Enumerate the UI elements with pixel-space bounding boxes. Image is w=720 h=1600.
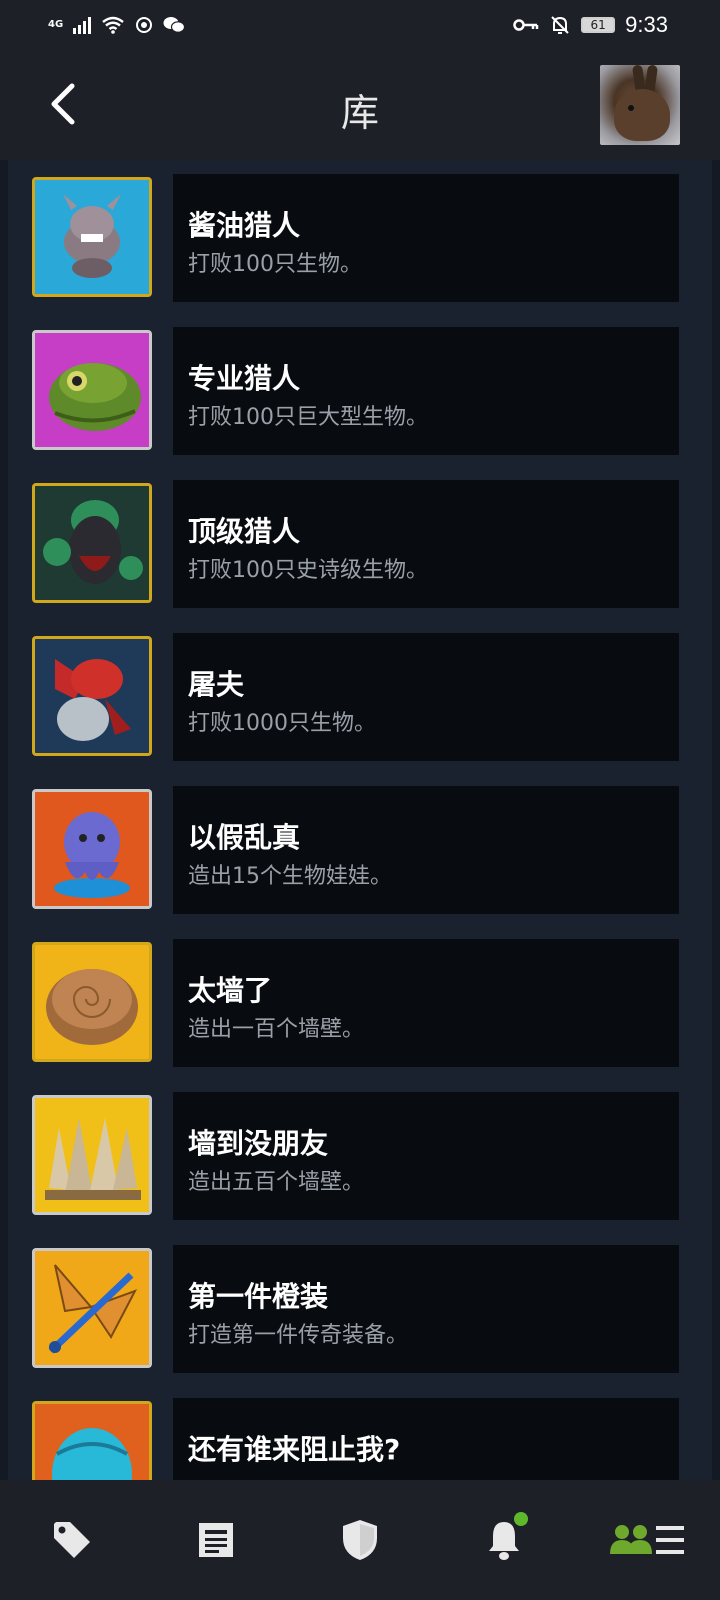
achievement-title: 专业猎人 [188, 362, 301, 395]
achievement-title: 太墙了 [188, 974, 273, 1007]
achievement-card: 还有谁来阻止我? [173, 1398, 679, 1480]
friends-menu-icon [610, 1525, 684, 1554]
list-item[interactable]: 墙到没朋友 造出五百个墙壁。 [8, 1092, 712, 1220]
wechat-icon [163, 17, 186, 33]
nav-store-button[interactable] [0, 1480, 144, 1600]
user-avatar[interactable] [600, 65, 680, 145]
stone-walls-icon [32, 1095, 152, 1215]
list-item[interactable]: 专业猎人 打败100只巨大型生物。 [8, 327, 712, 455]
achievement-title: 墙到没朋友 [188, 1127, 329, 1160]
list-item[interactable]: 太墙了 造出一百个墙壁。 [8, 939, 712, 1067]
hippo-creature-icon [32, 177, 152, 297]
hooded-creature-icon [32, 483, 152, 603]
achievement-list[interactable]: 酱油猎人 打败100只生物。 专业猎人 打败100只巨大型生物。 顶级猎人 打败… [8, 160, 712, 1480]
achievement-description: 打败100只巨大型生物。 [188, 405, 428, 430]
status-right: 61 9:33 [513, 12, 668, 38]
list-item[interactable]: 以假乱真 造出15个生物娃娃。 [8, 786, 712, 914]
achievement-title: 第一件橙装 [188, 1280, 329, 1313]
signal-strength-icon [73, 16, 92, 34]
blue-helmet-icon [32, 1401, 152, 1480]
app-header: 库 [0, 50, 720, 160]
clock: 9:33 [625, 12, 668, 37]
octopus-doll-icon [32, 789, 152, 909]
red-beast-icon [32, 636, 152, 756]
achievement-card: 专业猎人 打败100只巨大型生物。 [173, 327, 679, 455]
mute-bell-icon [551, 16, 569, 34]
achievement-description: 打败100只史诗级生物。 [188, 558, 428, 583]
achievement-card: 顶级猎人 打败100只史诗级生物。 [173, 480, 679, 608]
achievement-card: 屠夫 打败1000只生物。 [173, 633, 679, 761]
achievement-title: 酱油猎人 [188, 209, 301, 242]
nav-guard-button[interactable] [288, 1480, 432, 1600]
achievement-title: 以假乱真 [188, 821, 301, 854]
nav-news-button[interactable] [144, 1480, 288, 1600]
battery-icon: 61 [581, 17, 616, 33]
shield-icon [343, 1520, 377, 1560]
achievement-description: 打造第一件传奇装备。 [188, 1323, 409, 1348]
nav-notifications-button[interactable] [432, 1480, 576, 1600]
list-item[interactable]: 屠夫 打败1000只生物。 [8, 633, 712, 761]
achievement-card: 太墙了 造出一百个墙壁。 [173, 939, 679, 1067]
achievement-description: 造出五百个墙壁。 [188, 1170, 365, 1195]
achievement-title: 还有谁来阻止我? [188, 1433, 401, 1466]
status-bar: 4G 61 9:33 [0, 0, 720, 50]
nav-friends-button[interactable] [576, 1480, 720, 1600]
achievement-card: 第一件橙装 打造第一件传奇装备。 [173, 1245, 679, 1373]
achievement-card: 酱油猎人 打败100只生物。 [173, 174, 679, 302]
achievement-card: 以假乱真 造出15个生物娃娃。 [173, 786, 679, 914]
list-item[interactable]: 第一件橙装 打造第一件传奇装备。 [8, 1245, 712, 1373]
network-type: 4G [48, 19, 64, 30]
achievement-description: 造出15个生物娃娃。 [188, 864, 392, 889]
achievement-description: 打败1000只生物。 [188, 711, 376, 736]
key-icon [513, 19, 539, 31]
wooden-wall-icon [32, 942, 152, 1062]
butterfly-sword-icon [32, 1248, 152, 1368]
tag-icon [54, 1522, 90, 1558]
achievement-title: 顶级猎人 [188, 515, 301, 548]
bottom-nav [0, 1480, 720, 1600]
wifi-icon [102, 16, 124, 34]
status-left: 4G [48, 16, 186, 34]
news-icon [199, 1523, 233, 1557]
list-item[interactable]: 酱油猎人 打败100只生物。 [8, 174, 712, 302]
notification-dot [514, 1512, 528, 1526]
achievement-card: 墙到没朋友 造出五百个墙壁。 [173, 1092, 679, 1220]
achievement-description: 造出一百个墙壁。 [188, 1017, 365, 1042]
toad-creature-icon [32, 330, 152, 450]
achievement-description: 打败100只生物。 [188, 252, 362, 277]
list-item[interactable]: 还有谁来阻止我? [8, 1398, 712, 1480]
sync-icon [136, 17, 153, 33]
achievement-title: 屠夫 [188, 668, 245, 701]
list-item[interactable]: 顶级猎人 打败100只史诗级生物。 [8, 480, 712, 608]
